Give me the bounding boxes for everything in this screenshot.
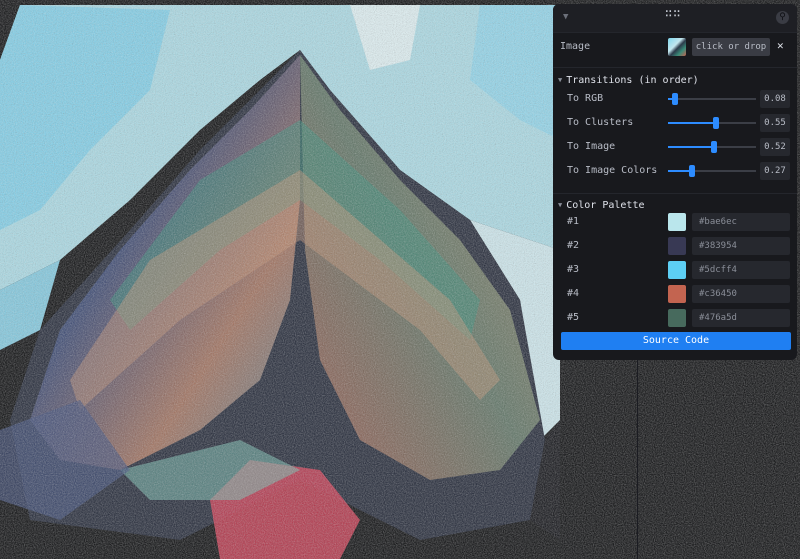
color-hex-input[interactable]: #476a5d <box>692 309 790 327</box>
color-swatch[interactable] <box>668 309 686 327</box>
transition-value[interactable]: 0.52 <box>760 138 790 156</box>
image-label: Image <box>560 41 591 52</box>
transition-slider[interactable] <box>668 117 756 129</box>
transition-row: To Clusters 0.55 <box>553 113 797 133</box>
drag-handle-icon[interactable]: ∷∷ <box>665 7 681 19</box>
color-swatch[interactable] <box>668 237 686 255</box>
canvas-divider-line <box>637 360 638 559</box>
palette-section-toggle[interactable]: ▼ Color Palette <box>558 200 645 211</box>
slider-thumb[interactable] <box>710 141 717 153</box>
transitions-title: Transitions (in order) <box>566 75 699 86</box>
slider-fill <box>668 122 717 124</box>
transition-row: To Image 0.52 <box>553 137 797 157</box>
chevron-down-icon: ▼ <box>558 76 563 84</box>
palette-index: #3 <box>567 264 580 275</box>
slider-thumb[interactable] <box>672 93 679 105</box>
transition-value[interactable]: 0.27 <box>760 162 790 180</box>
palette-index: #2 <box>567 240 580 251</box>
transition-label: To Clusters <box>567 117 634 128</box>
image-drop-button[interactable]: click or drop <box>692 38 770 56</box>
color-swatch[interactable] <box>668 213 686 231</box>
transition-label: To RGB <box>567 93 604 104</box>
search-icon[interactable]: ⚲ <box>776 11 789 24</box>
source-code-button[interactable]: Source Code <box>561 332 791 350</box>
transition-slider[interactable] <box>668 141 756 153</box>
image-thumbnail <box>668 38 686 56</box>
transition-slider[interactable] <box>668 93 756 105</box>
slider-thumb[interactable] <box>688 165 695 177</box>
transition-row: To Image Colors 0.27 <box>553 161 797 181</box>
transition-value[interactable]: 0.55 <box>760 114 790 132</box>
palette-row: #1 #bae6ec <box>553 213 797 233</box>
palette-row: #3 #5dcff4 <box>553 261 797 281</box>
palette-title: Color Palette <box>566 200 645 211</box>
transition-label: To Image <box>567 141 616 152</box>
chevron-down-icon[interactable]: ▼ <box>563 12 568 22</box>
panel-titlebar[interactable]: ▼ ∷∷ ⚲ <box>553 4 797 33</box>
slider-fill <box>668 146 714 148</box>
divider <box>553 193 797 194</box>
palette-index: #5 <box>567 312 580 323</box>
palette-row: #2 #383954 <box>553 237 797 257</box>
color-swatch[interactable] <box>668 285 686 303</box>
transition-slider[interactable] <box>668 165 756 177</box>
slider-thumb[interactable] <box>713 117 720 129</box>
transition-row: To RGB 0.08 <box>553 89 797 109</box>
divider <box>553 67 797 68</box>
palette-index: #1 <box>567 216 580 227</box>
color-swatch[interactable] <box>668 261 686 279</box>
transition-value[interactable]: 0.08 <box>760 90 790 108</box>
color-hex-input[interactable]: #5dcff4 <box>692 261 790 279</box>
color-hex-input[interactable]: #bae6ec <box>692 213 790 231</box>
color-hex-input[interactable]: #c36450 <box>692 285 790 303</box>
palette-index: #4 <box>567 288 580 299</box>
palette-row: #4 #c36450 <box>553 285 797 305</box>
transition-label: To Image Colors <box>567 165 658 176</box>
close-icon[interactable]: ✕ <box>777 39 784 52</box>
color-hex-input[interactable]: #383954 <box>692 237 790 255</box>
controls-panel: ▼ ∷∷ ⚲ Image click or drop ✕ ▼ Transition… <box>553 4 797 360</box>
transitions-section-toggle[interactable]: ▼ Transitions (in order) <box>558 75 699 86</box>
chevron-down-icon: ▼ <box>558 201 563 209</box>
palette-row: #5 #476a5d <box>553 309 797 329</box>
